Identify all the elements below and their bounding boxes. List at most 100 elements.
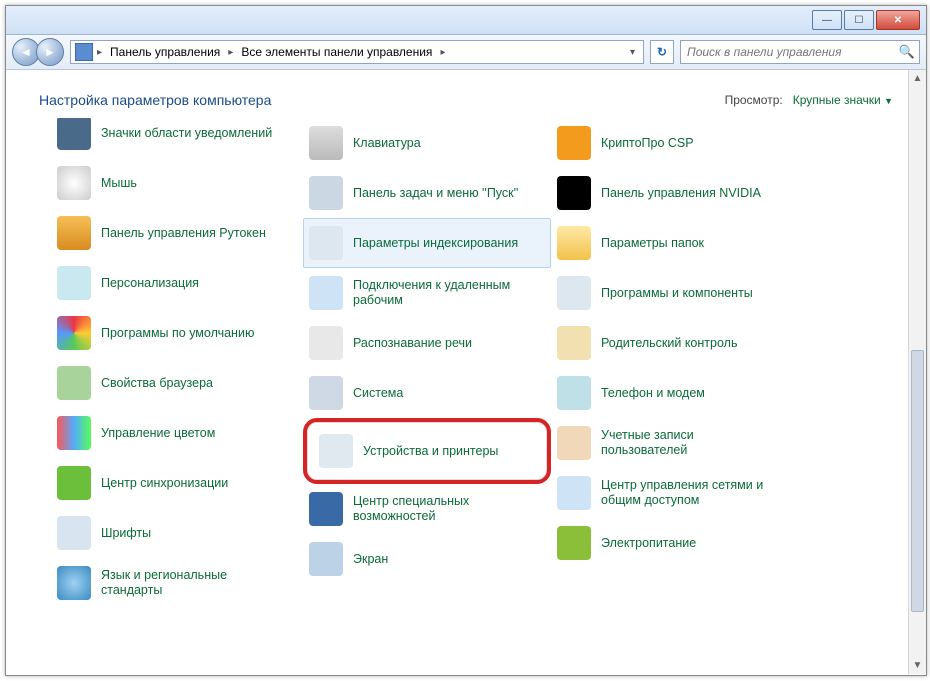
cpl-item-label: Экран [353, 552, 388, 567]
chevron-right-icon: ▸ [95, 47, 104, 58]
cpl-item-personalization[interactable]: Персонализация [51, 258, 303, 308]
cpl-item-ease-of-access[interactable]: Центр специальных возможностей [303, 484, 551, 534]
breadcrumb-dropdown[interactable]: ▾ [626, 47, 639, 58]
cpl-item-phone-modem[interactable]: Телефон и модем [551, 368, 821, 418]
cpl-item-parental-controls[interactable]: Родительский контроль [551, 318, 821, 368]
system-icon [309, 376, 343, 410]
cpl-item-label: Центр специальных возможностей [353, 494, 533, 524]
breadcrumb-seg-1[interactable]: Панель управления [106, 45, 224, 59]
breadcrumb[interactable]: ▸ Панель управления ▸ Все элементы панел… [70, 40, 644, 64]
close-button[interactable]: ✕ [876, 10, 920, 30]
rutoken-icon [57, 216, 91, 250]
scroll-up-button[interactable]: ▲ [909, 70, 926, 87]
cpl-item-remote-desktop[interactable]: Подключения к удаленным рабочим [303, 268, 551, 318]
page-title: Настройка параметров компьютера [39, 92, 271, 108]
cpl-item-browser-properties[interactable]: Свойства браузера [51, 358, 303, 408]
taskbar-start-icon [309, 176, 343, 210]
cpl-item-rutoken[interactable]: Панель управления Рутокен [51, 208, 303, 258]
network-sharing-icon [557, 476, 591, 510]
cpl-item-label: Система [353, 386, 403, 401]
cpl-item-network-sharing[interactable]: Центр управления сетями и общим доступом [551, 468, 821, 518]
cpl-item-label: Распознавание речи [353, 336, 472, 351]
cpl-item-devices-printers[interactable]: Устройства и принтеры [313, 426, 541, 476]
personalization-icon [57, 266, 91, 300]
programs-features-icon [557, 276, 591, 310]
cpl-item-label: Персонализация [101, 276, 199, 291]
cpl-item-label: Шрифты [101, 526, 151, 541]
cpl-item-label: Электропитание [601, 536, 696, 551]
folder-options-icon [557, 226, 591, 260]
content-area: Настройка параметров компьютера Просмотр… [7, 70, 925, 674]
cpl-item-cryptopro[interactable]: КриптоПро CSP [551, 118, 821, 168]
display-icon [309, 542, 343, 576]
view-mode-dropdown[interactable]: Крупные значки ▼ [793, 93, 893, 107]
cpl-item-label: Параметры папок [601, 236, 704, 251]
cpl-item-label: Панель управления NVIDIA [601, 186, 761, 201]
cpl-item-label: Программы и компоненты [601, 286, 753, 301]
region-language-icon [57, 566, 91, 600]
cpl-item-fonts[interactable]: Шрифты [51, 508, 303, 558]
forward-button[interactable]: ► [36, 38, 64, 66]
cpl-item-label: Значки области уведомлений [101, 126, 272, 141]
cpl-item-label: Телефон и модем [601, 386, 705, 401]
cpl-item-label: КриптоПро CSP [601, 136, 694, 151]
cpl-item-region-language[interactable]: Язык и региональные стандарты [51, 558, 303, 608]
chevron-right-icon: ▸ [438, 47, 447, 58]
phone-modem-icon [557, 376, 591, 410]
notification-icons-icon [57, 118, 91, 150]
scrollbar-thumb[interactable] [911, 350, 924, 612]
navbar: ◄ ► ▸ Панель управления ▸ Все элементы п… [6, 35, 926, 70]
cpl-item-notification-icons[interactable]: Значки области уведомлений [51, 118, 303, 158]
view-label: Просмотр: [725, 93, 783, 107]
ease-of-access-icon [309, 492, 343, 526]
cpl-item-label: Управление цветом [101, 426, 215, 441]
cpl-item-label: Параметры индексирования [353, 236, 518, 251]
minimize-button[interactable]: — [812, 10, 842, 30]
speech-recognition-icon [309, 326, 343, 360]
highlight-ring: Устройства и принтеры [303, 418, 551, 484]
cpl-item-keyboard[interactable]: Клавиатура [303, 118, 551, 168]
cpl-item-label: Язык и региональные стандарты [101, 568, 281, 598]
cpl-item-label: Программы по умолчанию [101, 326, 254, 341]
cpl-item-folder-options[interactable]: Параметры папок [551, 218, 821, 268]
search-icon[interactable]: 🔍 [899, 44, 915, 60]
refresh-button[interactable]: ↻ [650, 40, 674, 64]
cpl-item-label: Панель управления Рутокен [101, 226, 266, 241]
cpl-item-power-options[interactable]: Электропитание [551, 518, 821, 568]
items-grid: Значки области уведомлений Мышь Панель упр… [7, 118, 925, 658]
cpl-item-indexing-options[interactable]: Параметры индексирования [303, 218, 551, 268]
cpl-item-sync-center[interactable]: Центр синхронизации [51, 458, 303, 508]
cpl-item-label: Устройства и принтеры [363, 444, 498, 459]
cpl-item-label: Учетные записи пользователей [601, 428, 781, 458]
mouse-icon [57, 166, 91, 200]
user-accounts-icon [557, 426, 591, 460]
cpl-item-label: Свойства браузера [101, 376, 213, 391]
indexing-options-icon [309, 226, 343, 260]
cpl-item-nvidia-panel[interactable]: Панель управления NVIDIA [551, 168, 821, 218]
cpl-item-system[interactable]: Система [303, 368, 551, 418]
parental-controls-icon [557, 326, 591, 360]
cpl-item-taskbar-start[interactable]: Панель задач и меню ''Пуск'' [303, 168, 551, 218]
cpl-item-label: Центр синхронизации [101, 476, 228, 491]
cpl-item-user-accounts[interactable]: Учетные записи пользователей [551, 418, 821, 468]
power-options-icon [557, 526, 591, 560]
cpl-item-label: Подключения к удаленным рабочим [353, 278, 533, 308]
search-box[interactable]: 🔍 [680, 40, 920, 64]
keyboard-icon [309, 126, 343, 160]
vertical-scrollbar[interactable]: ▲ ▼ [908, 70, 926, 674]
titlebar: — ☐ ✕ [6, 6, 926, 35]
search-input[interactable] [685, 44, 895, 60]
breadcrumb-seg-2[interactable]: Все элементы панели управления [237, 45, 436, 59]
cpl-item-color-management[interactable]: Управление цветом [51, 408, 303, 458]
sync-center-icon [57, 466, 91, 500]
cpl-item-default-programs[interactable]: Программы по умолчанию [51, 308, 303, 358]
scroll-down-button[interactable]: ▼ [909, 657, 926, 674]
cpl-item-mouse[interactable]: Мышь [51, 158, 303, 208]
cpl-item-programs-features[interactable]: Программы и компоненты [551, 268, 821, 318]
cpl-item-speech-recognition[interactable]: Распознавание речи [303, 318, 551, 368]
cpl-item-display[interactable]: Экран [303, 534, 551, 584]
cryptopro-icon [557, 126, 591, 160]
maximize-button[interactable]: ☐ [844, 10, 874, 30]
default-programs-icon [57, 316, 91, 350]
nvidia-panel-icon [557, 176, 591, 210]
